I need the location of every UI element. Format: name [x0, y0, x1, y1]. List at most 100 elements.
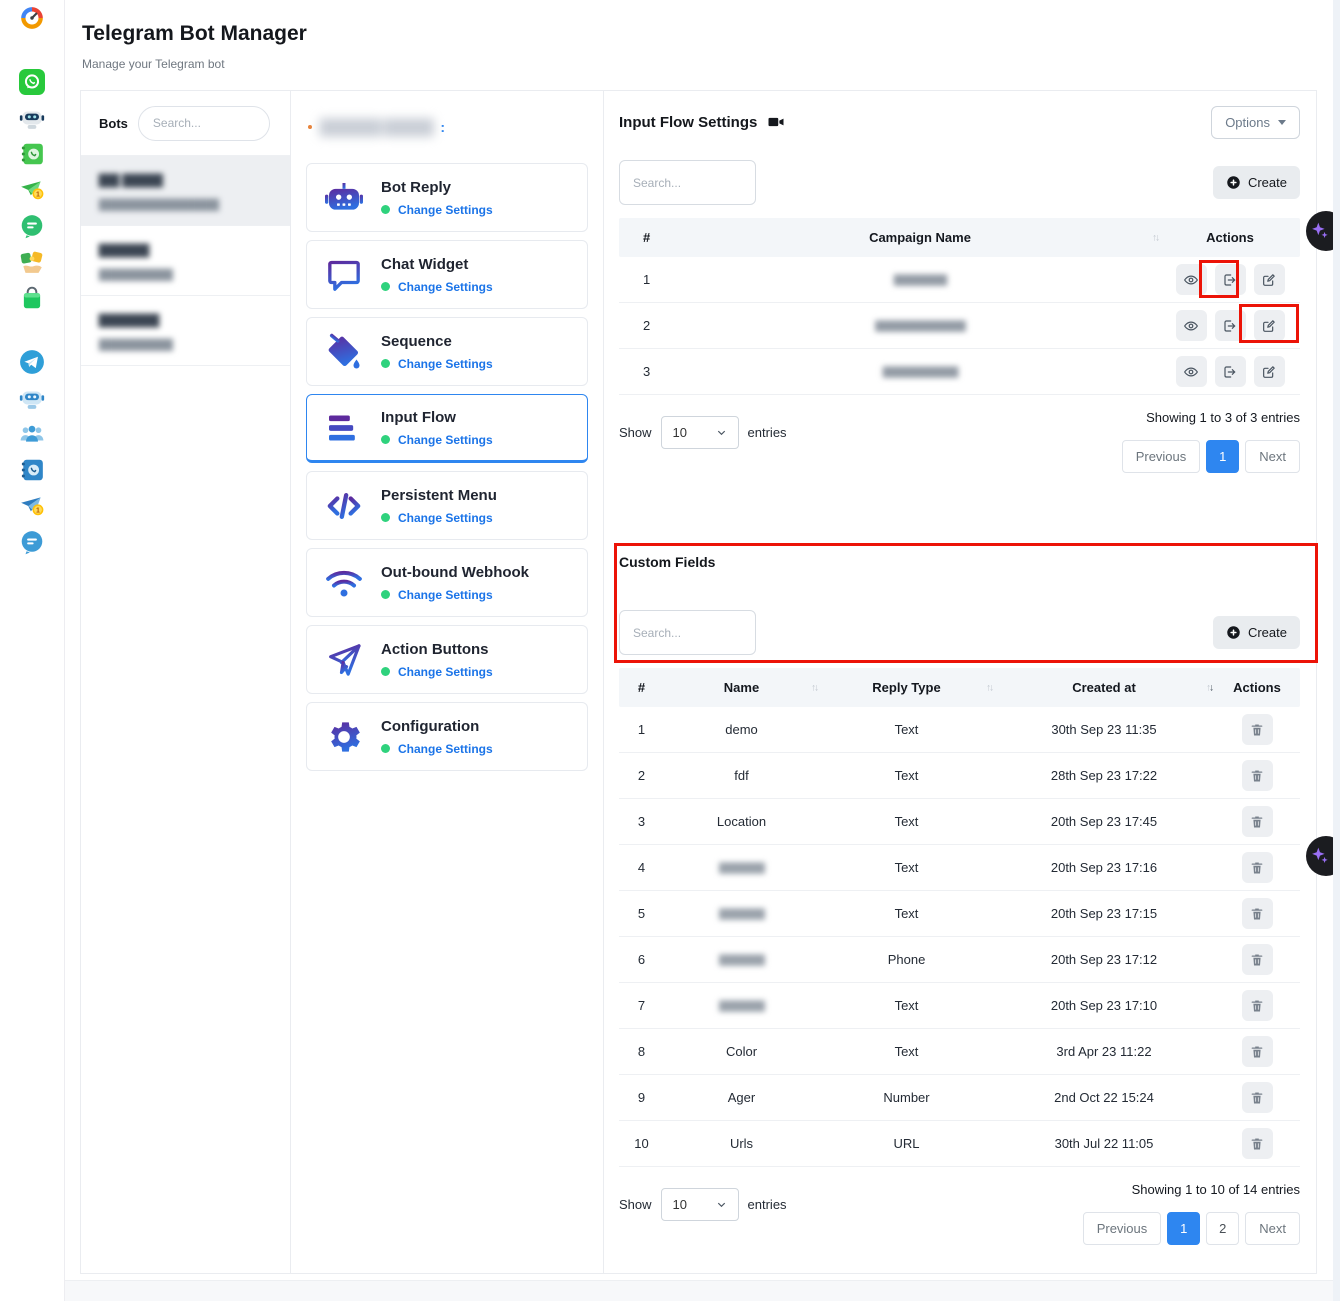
chat-blue-icon[interactable]: [19, 529, 45, 555]
sort-desc-icon[interactable]: ↑↓: [1206, 682, 1212, 693]
field-created: 30th Sep 23 11:35: [994, 722, 1214, 737]
shop-bag-icon[interactable]: [19, 285, 45, 311]
settings-nav: ▇▇▇▇▇ ▇▇▇▇ : Bot Reply Change Settings: [291, 91, 604, 1273]
column-name[interactable]: Name ↑↓: [664, 680, 819, 695]
custom-fields-create-button[interactable]: Create: [1213, 616, 1300, 649]
entries-per-page-select[interactable]: 10: [661, 416, 739, 449]
flow-create-button[interactable]: Create: [1213, 166, 1300, 199]
field-name: Ager: [664, 1090, 819, 1105]
bot-list-item[interactable]: ▇▇▇▇▇▇ ▇▇▇▇▇▇▇▇: [81, 295, 290, 366]
change-settings-link[interactable]: Change Settings: [398, 280, 493, 294]
sort-icon[interactable]: ↑↓: [986, 682, 992, 693]
sort-icon[interactable]: ↑↓: [1152, 232, 1158, 243]
change-settings-link[interactable]: Change Settings: [398, 203, 493, 217]
send-campaign-green-icon[interactable]: 1: [19, 177, 45, 203]
send-campaign-blue-icon[interactable]: 1: [19, 493, 45, 519]
row-number: 1: [619, 272, 680, 287]
status-green-dot: [381, 359, 390, 368]
scrollbar-track[interactable]: [1333, 0, 1340, 1301]
svg-text:1: 1: [36, 192, 40, 199]
view-button[interactable]: [1176, 356, 1207, 387]
column-reply-type[interactable]: Reply Type ↑↓: [819, 680, 994, 695]
robot-bot-icon[interactable]: [19, 105, 45, 131]
sort-icon[interactable]: ↑↓: [811, 682, 817, 693]
bot-username-redacted: ▇▇▇▇▇▇▇▇▇▇▇▇▇: [99, 197, 272, 211]
delete-button[interactable]: [1242, 852, 1273, 883]
contacts-book-blue-icon[interactable]: [19, 457, 45, 483]
contacts-book-green-icon[interactable]: [19, 141, 45, 167]
delete-button[interactable]: [1242, 806, 1273, 837]
change-settings-link[interactable]: Change Settings: [398, 357, 493, 371]
page-2-button[interactable]: 2: [1206, 1212, 1239, 1245]
settings-card-chat-widget[interactable]: Chat Widget Change Settings: [306, 240, 588, 309]
settings-card-bot-reply[interactable]: Bot Reply Change Settings: [306, 163, 588, 232]
change-settings-link[interactable]: Change Settings: [398, 665, 493, 679]
row-number: 2: [619, 768, 664, 783]
bot-list-item[interactable]: ▇▇▇▇▇ ▇▇▇▇▇▇▇▇: [81, 225, 290, 295]
change-settings-link[interactable]: Change Settings: [398, 511, 493, 525]
entries-per-page-select[interactable]: 10: [661, 1188, 739, 1221]
settings-card-configuration[interactable]: Configuration Change Settings: [306, 702, 588, 771]
integrations-icon[interactable]: [19, 249, 45, 275]
next-page-button[interactable]: Next: [1245, 1212, 1300, 1245]
edit-button[interactable]: [1254, 356, 1285, 387]
delete-button[interactable]: [1242, 1128, 1273, 1159]
telegram-icon[interactable]: [19, 349, 45, 375]
settings-card-outbound-webhook[interactable]: Out-bound Webhook Change Settings: [306, 548, 588, 617]
group-blue-icon[interactable]: [19, 421, 45, 447]
page-1-button[interactable]: 1: [1206, 440, 1239, 473]
options-button[interactable]: Options: [1211, 106, 1300, 139]
robot-blue-icon[interactable]: [19, 385, 45, 411]
delete-button[interactable]: [1242, 1036, 1273, 1067]
delete-button[interactable]: [1242, 1082, 1273, 1113]
change-settings-link[interactable]: Change Settings: [398, 588, 493, 602]
column-actions: Actions: [1160, 230, 1300, 245]
settings-card-sequence[interactable]: Sequence Change Settings: [306, 317, 588, 386]
status-green-dot: [381, 205, 390, 214]
delete-button[interactable]: [1242, 760, 1273, 791]
chat-green-icon[interactable]: [19, 213, 45, 239]
view-button[interactable]: [1176, 264, 1207, 295]
next-page-button[interactable]: Next: [1245, 440, 1300, 473]
custom-field-row: 7 ▇▇▇▇▇▇ Text 20th Sep 23 17:10: [619, 983, 1300, 1029]
delete-button[interactable]: [1242, 898, 1273, 929]
dashboard-gauge-icon[interactable]: [19, 5, 45, 31]
plus-circle-icon: [1226, 625, 1241, 640]
previous-page-button[interactable]: Previous: [1122, 440, 1201, 473]
view-button[interactable]: [1176, 310, 1207, 341]
change-settings-link[interactable]: Change Settings: [398, 742, 493, 756]
field-name: Urls: [664, 1136, 819, 1151]
field-name-redacted: ▇▇▇▇▇▇: [664, 907, 819, 920]
field-created: 3rd Apr 23 11:22: [994, 1044, 1214, 1059]
settings-card-action-buttons[interactable]: Action Buttons Change Settings: [306, 625, 588, 694]
delete-button[interactable]: [1242, 990, 1273, 1021]
whatsapp-icon[interactable]: [19, 69, 45, 95]
page-subtitle: Manage your Telegram bot: [82, 57, 225, 71]
edit-button[interactable]: [1254, 310, 1285, 341]
previous-page-button[interactable]: Previous: [1083, 1212, 1162, 1245]
change-settings-link[interactable]: Change Settings: [398, 433, 493, 447]
export-button[interactable]: [1215, 264, 1246, 295]
column-created-at[interactable]: Created at ↑↓: [994, 680, 1214, 695]
bots-search-input[interactable]: [138, 106, 270, 141]
delete-button[interactable]: [1242, 944, 1273, 975]
settings-card-label: Input Flow: [381, 409, 493, 426]
wifi-icon: [324, 563, 364, 603]
bot-name-redacted: ▇▇▇▇▇▇: [99, 312, 272, 328]
custom-field-row: 4 ▇▇▇▇▇▇ Text 20th Sep 23 17:16: [619, 845, 1300, 891]
export-button[interactable]: [1215, 310, 1246, 341]
flow-search-input[interactable]: [619, 160, 756, 205]
settings-card-persistent-menu[interactable]: Persistent Menu Change Settings: [306, 471, 588, 540]
settings-card-label: Persistent Menu: [381, 487, 497, 504]
column-campaign-name[interactable]: Campaign Name ↑↓: [680, 230, 1160, 245]
status-green-dot: [381, 282, 390, 291]
export-button[interactable]: [1215, 356, 1246, 387]
settings-card-input-flow[interactable]: Input Flow Change Settings: [306, 394, 588, 463]
page-title: Telegram Bot Manager: [82, 22, 307, 46]
edit-button[interactable]: [1254, 264, 1285, 295]
page-1-button[interactable]: 1: [1167, 1212, 1200, 1245]
custom-fields-search-input[interactable]: [619, 610, 756, 655]
delete-button[interactable]: [1242, 714, 1273, 745]
bot-list-item[interactable]: ▇▇ ▇▇▇▇ ▇▇▇▇▇▇▇▇▇▇▇▇▇: [81, 155, 290, 225]
field-type: Text: [819, 906, 994, 921]
